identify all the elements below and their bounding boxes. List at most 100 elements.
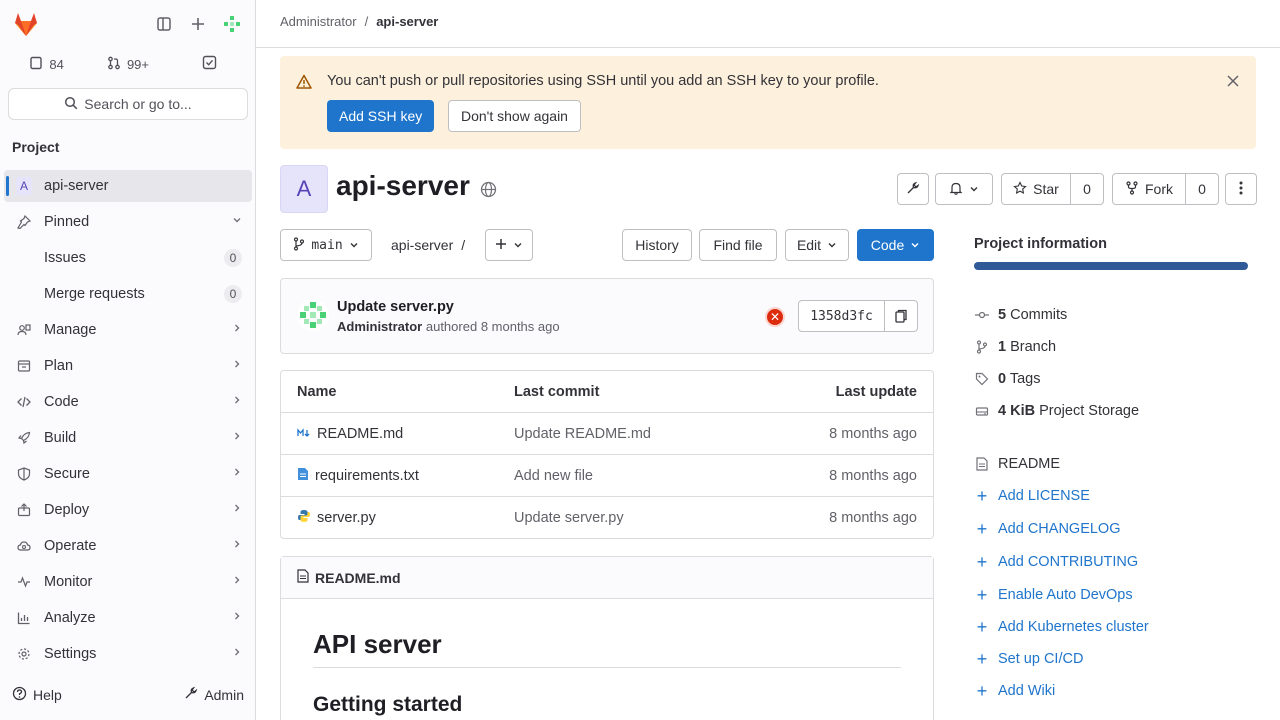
table-row[interactable]: README.md Update README.md 8 months ago: [281, 413, 933, 455]
create-new-icon[interactable]: [182, 8, 214, 40]
commit-sha[interactable]: 1358d3fc: [799, 301, 885, 331]
breadcrumb-current[interactable]: api-server: [376, 14, 438, 29]
todos-button[interactable]: [171, 48, 248, 80]
add-changelog-link[interactable]: + Add CHANGELOG: [974, 518, 1121, 540]
breadcrumb-parent[interactable]: Administrator: [280, 14, 357, 29]
bell-icon: [949, 181, 963, 198]
commit-meta: Administrator authored 8 months ago: [337, 319, 560, 334]
wrench-icon: [906, 181, 920, 198]
fork-count[interactable]: 0: [1185, 173, 1219, 205]
enable-auto-devops-link[interactable]: + Enable Auto DevOps: [974, 584, 1133, 606]
sidebar-counts: 84 99+: [8, 48, 248, 80]
edit-dropdown[interactable]: Edit: [785, 229, 849, 261]
readme-filename[interactable]: README.md: [315, 570, 401, 586]
star-count[interactable]: 0: [1070, 173, 1104, 205]
sidebar-item-operate[interactable]: Operate: [4, 530, 252, 562]
search-button[interactable]: Search or go to...: [8, 88, 248, 120]
sidebar-item-plan[interactable]: Plan: [4, 350, 252, 382]
sidebar-item-code[interactable]: Code: [4, 386, 252, 418]
file-last-commit[interactable]: Update server.py: [514, 510, 764, 526]
more-actions-button[interactable]: [1225, 173, 1257, 205]
sidebar-item-analyze[interactable]: Analyze: [4, 602, 252, 634]
sidebar-section-title: Project: [12, 139, 60, 155]
sidebar-item-issues[interactable]: Issues 0: [4, 242, 252, 274]
star-button[interactable]: Star: [1001, 173, 1071, 205]
chart-icon: [16, 611, 32, 625]
dont-show-again-button[interactable]: Don't show again: [448, 100, 581, 132]
wrench-icon: [184, 686, 198, 703]
copy-icon[interactable]: [885, 301, 917, 331]
admin-button[interactable]: Admin: [184, 686, 244, 703]
table-row[interactable]: requirements.txt Add new file 8 months a…: [281, 455, 933, 497]
readme-link[interactable]: README: [974, 452, 1250, 476]
tags-count: 0: [998, 371, 1007, 387]
file-name[interactable]: server.py: [317, 510, 376, 526]
add-kubernetes-cluster-link[interactable]: + Add Kubernetes cluster: [974, 616, 1149, 638]
gitlab-logo-icon[interactable]: [10, 8, 42, 40]
admin-area-button[interactable]: [897, 173, 929, 205]
readme-heading: API server: [313, 629, 442, 659]
chevron-right-icon: [232, 322, 242, 336]
sidebar-item-deploy[interactable]: Deploy: [4, 494, 252, 526]
find-file-button[interactable]: Find file: [699, 229, 777, 261]
readme-link-label: README: [998, 456, 1061, 472]
file-last-commit[interactable]: Add new file: [514, 468, 764, 484]
author-avatar[interactable]: [297, 299, 329, 331]
file-last-commit[interactable]: Update README.md: [514, 426, 764, 442]
commits-link[interactable]: 5 Commits: [974, 303, 1250, 327]
tags-link[interactable]: 0 Tags: [974, 367, 1250, 391]
add-contributing-link[interactable]: + Add CONTRIBUTING: [974, 551, 1138, 573]
sidebar-item-build[interactable]: Build: [4, 422, 252, 454]
branches-link[interactable]: 1 Branch: [974, 335, 1250, 359]
globe-icon: [480, 181, 497, 201]
sidebar-toggle-icon[interactable]: [148, 8, 180, 40]
close-icon[interactable]: [1226, 74, 1240, 93]
sidebar-item-monitor[interactable]: Monitor: [4, 566, 252, 598]
help-button[interactable]: Help: [12, 686, 62, 704]
file-last-update: 8 months ago: [829, 425, 917, 442]
link-label: Add Wiki: [998, 683, 1056, 699]
last-commit-panel: Update server.py Administrator authored …: [280, 278, 934, 354]
sidebar-item-project[interactable]: A api-server: [4, 170, 252, 202]
code-label: Code: [870, 237, 905, 253]
sidebar-top: [8, 8, 248, 40]
notifications-dropdown[interactable]: [935, 173, 993, 205]
file-name[interactable]: README.md: [317, 426, 403, 442]
branch-selector[interactable]: main: [280, 229, 372, 261]
table-row[interactable]: server.py Update server.py 8 months ago: [281, 497, 933, 539]
code-dropdown[interactable]: Code: [857, 229, 934, 261]
sidebar-item-merge-requests[interactable]: Merge requests 0: [4, 278, 252, 310]
issues-count-button[interactable]: 84: [8, 48, 85, 80]
history-button[interactable]: History: [622, 229, 692, 261]
repo-path-root[interactable]: api-server: [391, 237, 453, 253]
file-name[interactable]: requirements.txt: [315, 468, 419, 484]
storage-link[interactable]: 4 KiB Project Storage: [974, 399, 1250, 423]
divider: [313, 667, 901, 668]
commit-author[interactable]: Administrator: [337, 319, 422, 334]
readme-panel: README.md API server Getting started: [280, 556, 934, 720]
user-avatar-icon[interactable]: [216, 8, 248, 40]
markdown-icon: [297, 426, 311, 442]
sidebar-nav: A api-server Pinned Issues 0 Merge reque…: [4, 170, 252, 674]
add-license-link[interactable]: + Add LICENSE: [974, 485, 1090, 507]
sidebar-item-manage[interactable]: Manage: [4, 314, 252, 346]
add-wiki-link[interactable]: + Add Wiki: [974, 680, 1055, 702]
add-to-tree-dropdown[interactable]: [485, 229, 533, 261]
issues-count-badge: 0: [224, 249, 242, 267]
fork-button[interactable]: Fork: [1112, 173, 1186, 205]
fork-label: Fork: [1145, 181, 1173, 197]
sidebar-item-pinned[interactable]: Pinned: [4, 206, 252, 238]
sidebar-item-settings[interactable]: Settings: [4, 638, 252, 670]
set-up-ci-cd-link[interactable]: + Set up CI/CD: [974, 648, 1084, 670]
branch-label: Branch: [1010, 339, 1057, 355]
header-divider: [256, 47, 1280, 48]
sidebar-item-label: api-server: [44, 178, 109, 194]
sidebar-item-secure[interactable]: Secure: [4, 458, 252, 490]
add-ssh-key-button[interactable]: Add SSH key: [327, 100, 435, 132]
help-label: Help: [33, 687, 62, 703]
pipeline-failed-icon[interactable]: ✕: [765, 307, 785, 327]
merge-requests-count-button[interactable]: 99+: [89, 48, 166, 80]
commit-title[interactable]: Update server.py: [337, 299, 454, 315]
sidebar-item-label: Analyze: [44, 610, 96, 626]
commit-icon: [974, 308, 990, 322]
